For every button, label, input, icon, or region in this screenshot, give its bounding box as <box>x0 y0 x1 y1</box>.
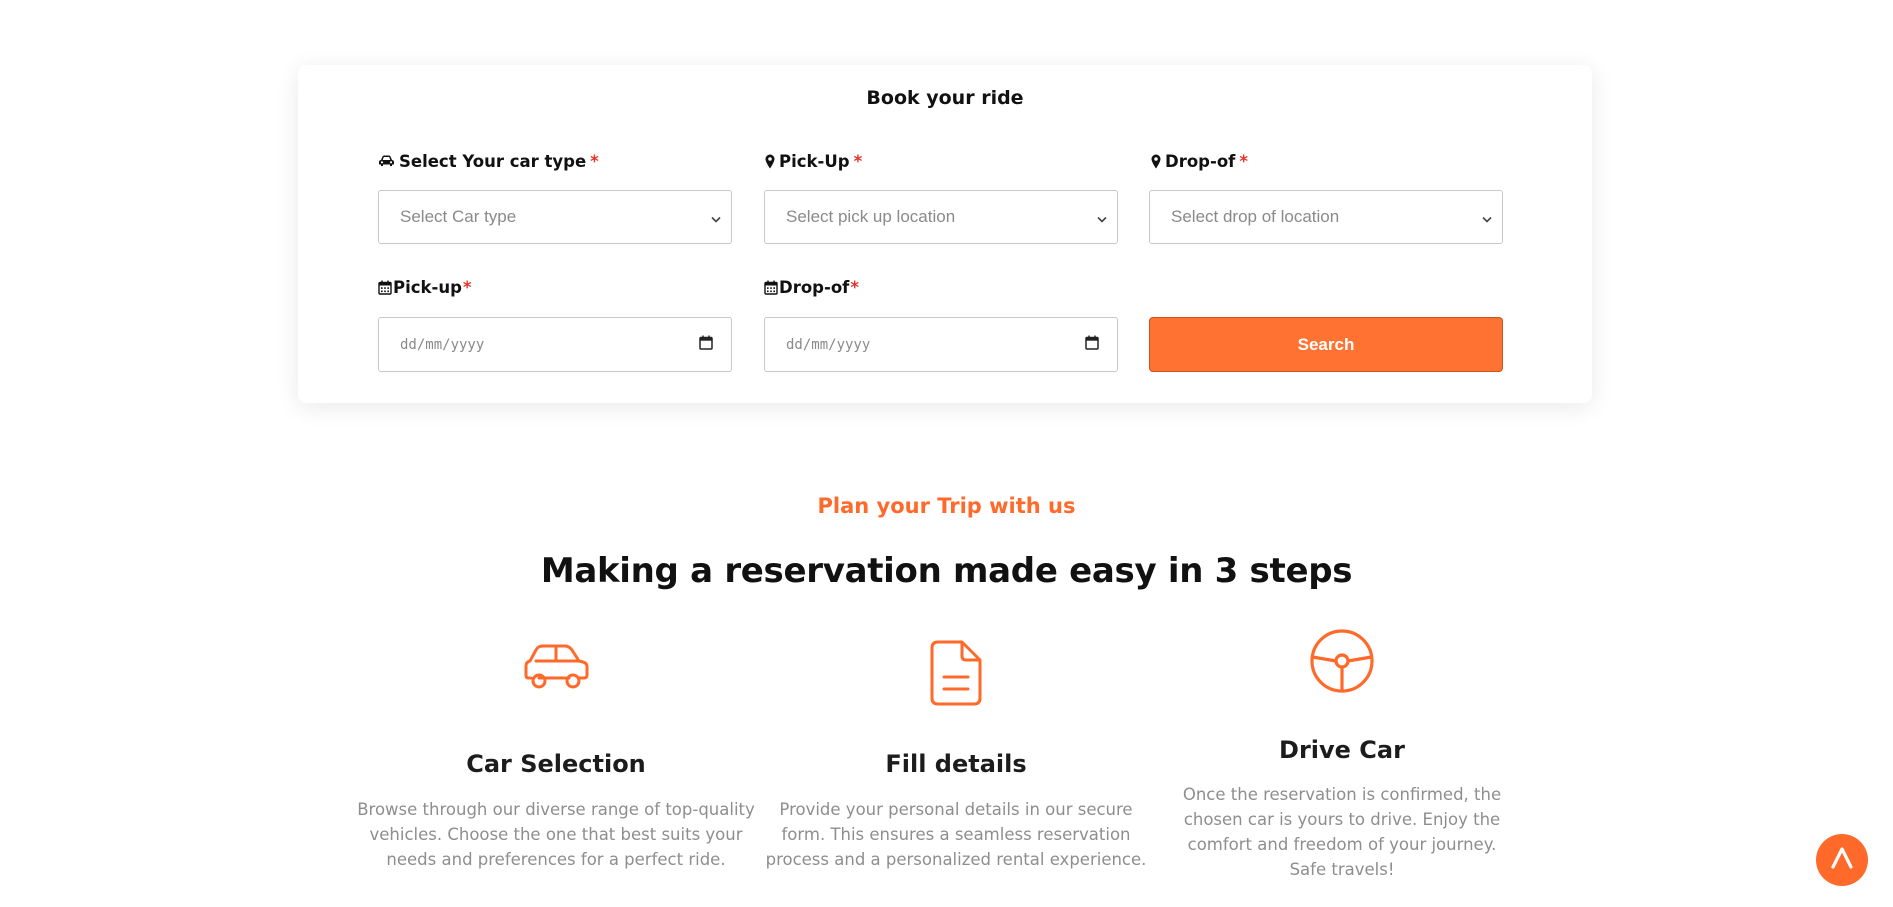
document-icon <box>756 640 1156 706</box>
dropoff-date-label: Drop-of * <box>764 276 859 298</box>
pickup-location-select[interactable]: Select pick up location <box>764 190 1118 244</box>
pickup-date-label: Pick-up * <box>378 276 472 298</box>
dropoff-location-select-value: Select drop of location <box>1171 207 1340 226</box>
calendar-icon <box>764 280 778 295</box>
pickup-date-label-text: Pick-up <box>393 277 462 297</box>
required-mark: * <box>850 277 859 297</box>
chevron-down-icon <box>711 208 721 227</box>
dropoff-location-select[interactable]: Select drop of location <box>1149 190 1503 244</box>
car-type-label: Select Your car type * <box>378 150 599 172</box>
step-drive-car: Drive Car Once the reservation is confir… <box>1142 628 1542 882</box>
pickup-date-input[interactable]: dd/mm/yyyy <box>378 317 732 372</box>
step-description: Browse through our diverse range of top-… <box>357 800 755 869</box>
step-title: Fill details <box>885 750 1027 778</box>
chevron-up-icon <box>1829 845 1855 875</box>
pickup-location-label-text: Pick-Up <box>779 151 850 171</box>
pickup-location-label: Pick-Up * <box>765 150 862 172</box>
dropoff-location-label-text: Drop-of <box>1165 151 1236 171</box>
car-type-select-value: Select Car type <box>400 207 517 226</box>
page: Book your ride Select Your car type * Pic… <box>0 0 1893 907</box>
pickup-location-select-value: Select pick up location <box>786 207 956 226</box>
section-headline: Making a reservation made easy in 3 step… <box>540 551 1353 591</box>
pickup-date-value: dd/mm/yyyy <box>400 336 485 353</box>
scroll-to-top-button[interactable] <box>1816 834 1868 886</box>
calendar-picker-icon[interactable] <box>1085 335 1099 354</box>
required-mark: * <box>1239 151 1248 171</box>
required-mark: * <box>853 151 863 171</box>
dropoff-location-label: Drop-of * <box>1151 150 1248 172</box>
step-title: Drive Car <box>1279 736 1405 764</box>
required-mark: * <box>590 151 599 171</box>
step-description: Provide your personal details in our sec… <box>765 800 1147 869</box>
dropoff-date-value: dd/mm/yyyy <box>786 336 871 353</box>
calendar-picker-icon[interactable] <box>699 335 713 354</box>
car-outline-icon <box>356 642 756 706</box>
required-mark: * <box>462 277 472 297</box>
dropoff-date-input[interactable]: dd/mm/yyyy <box>764 317 1118 372</box>
dropoff-date-label-text: Drop-of <box>779 277 850 297</box>
step-fill-details: Fill details Provide your personal detai… <box>756 640 1156 872</box>
location-pin-icon <box>765 154 775 169</box>
step-description: Once the reservation is confirmed, the c… <box>1182 785 1502 879</box>
search-button[interactable]: Search <box>1149 317 1503 372</box>
chevron-down-icon <box>1482 208 1492 227</box>
location-pin-icon <box>1151 154 1161 169</box>
car-type-label-text: Select Your car type <box>399 151 587 171</box>
car-icon <box>378 154 395 168</box>
booking-title: Book your ride <box>866 87 1024 109</box>
calendar-icon <box>378 280 392 295</box>
car-type-select[interactable]: Select Car type <box>378 190 732 244</box>
chevron-down-icon <box>1097 208 1107 227</box>
booking-card: Book your ride Select Your car type * Pic… <box>298 65 1592 403</box>
step-car-selection: Car Selection Browse through our diverse… <box>356 642 756 872</box>
step-title: Car Selection <box>466 750 646 778</box>
section-eyebrow: Plan your Trip with us <box>817 494 1076 518</box>
steering-wheel-icon <box>1142 628 1542 694</box>
